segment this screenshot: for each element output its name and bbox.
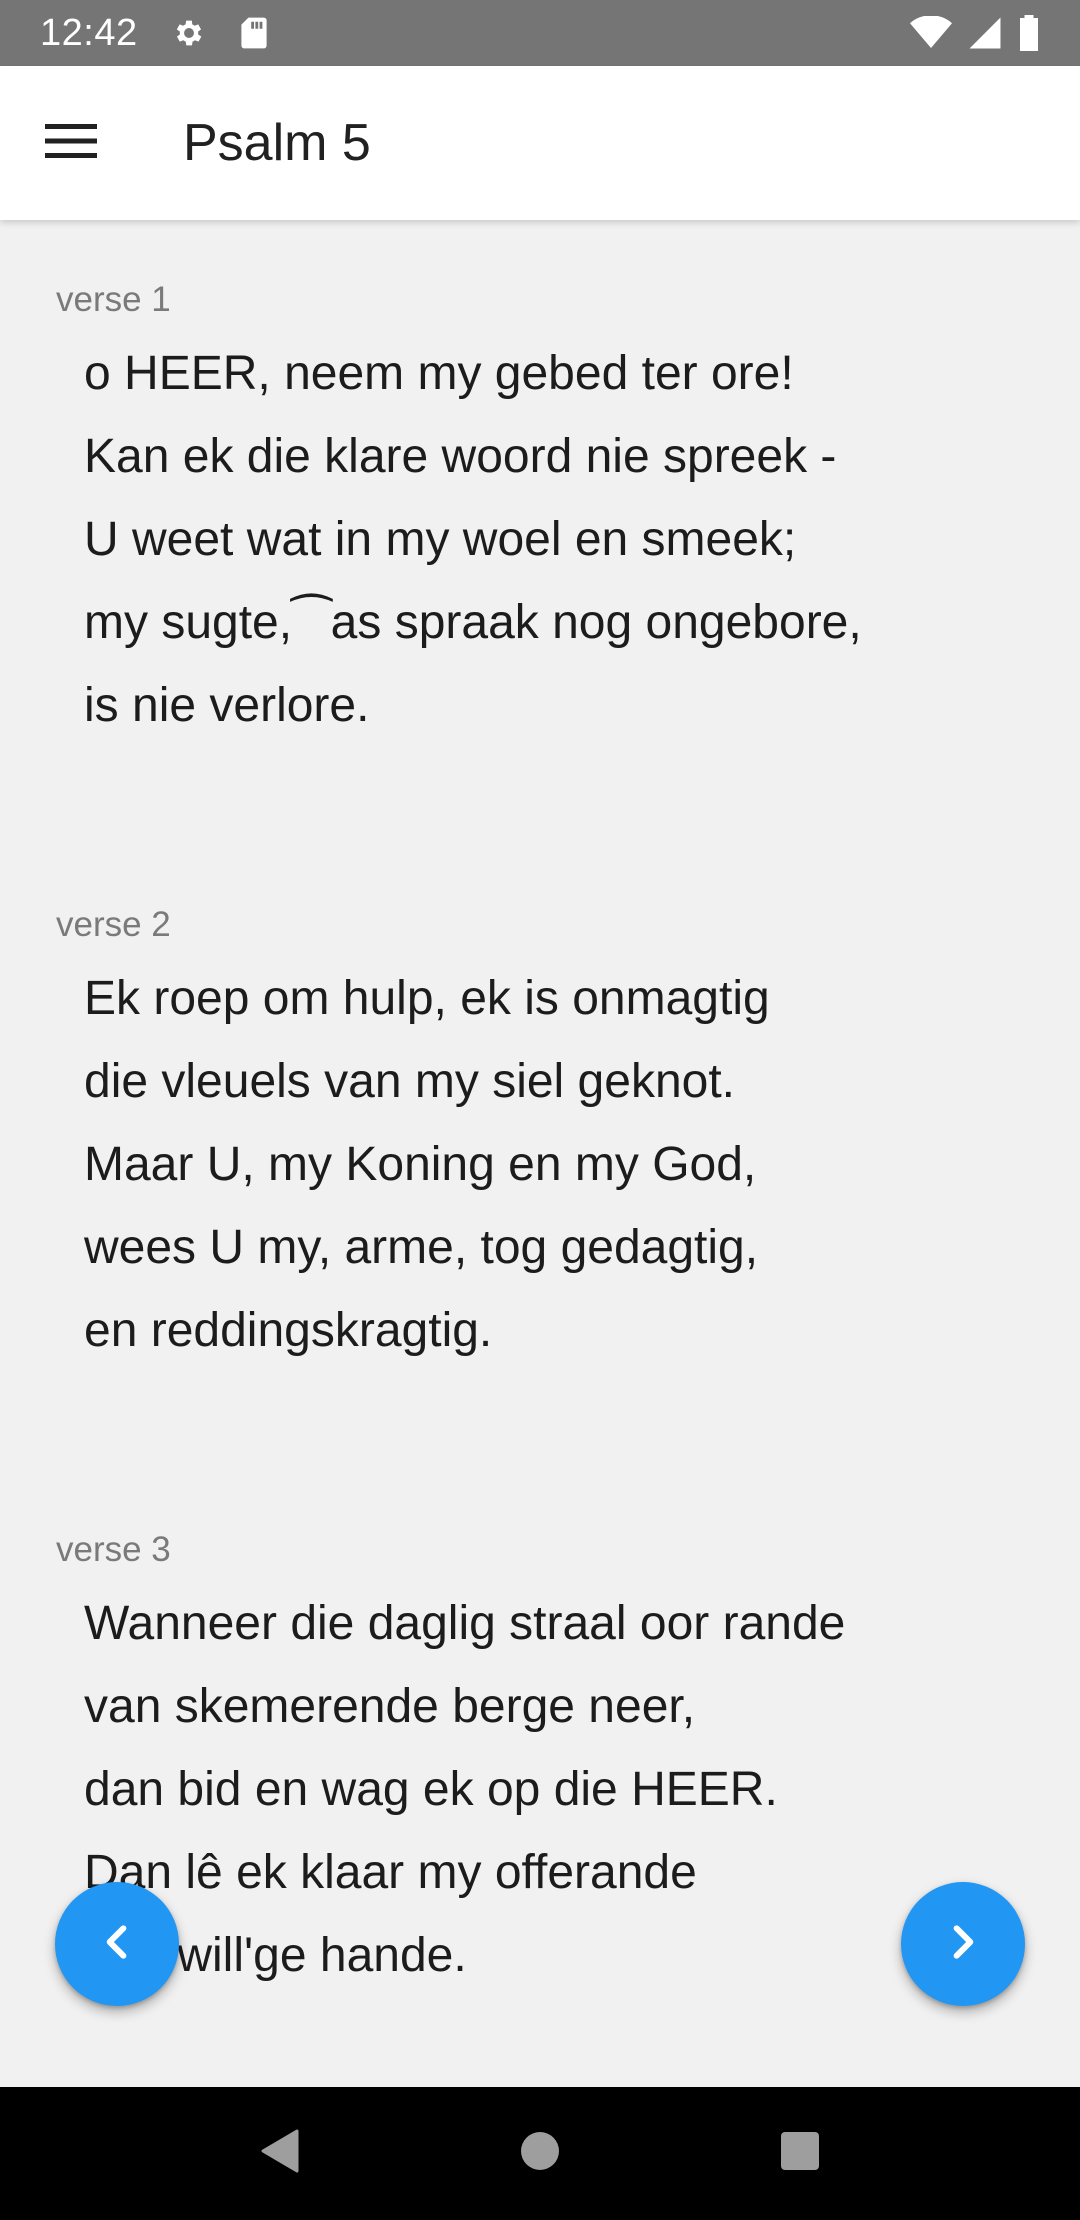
chevron-right-icon (941, 1920, 985, 1969)
verse-label: verse 1 (56, 280, 171, 319)
verse-label: verse 3 (56, 1530, 171, 1569)
verse-line: Ek roep om hulp, ek is onmagtig (84, 972, 770, 1025)
verse-line: U weet wat in my woel en smeek; (84, 513, 797, 566)
verse-line: my sugte,⁀as spraak nog ongebore, (84, 596, 862, 649)
verse-line: Wanneer die daglig straal oor rande (84, 1597, 846, 1650)
verse-lines: Ek roep om hulp, ek is onmagtig die vleu… (84, 957, 1044, 1372)
page-title: Psalm 5 (183, 114, 371, 172)
sd-card-icon (240, 16, 268, 50)
verse-line: met will'ge hande. (84, 1929, 467, 1982)
status-right (910, 15, 1040, 51)
verse-lines: Wanneer die daglig straal oor rande van … (84, 1582, 1044, 1997)
nav-back-button[interactable] (230, 2104, 330, 2204)
verse-line: die vleuels van my siel geknot. (84, 1055, 735, 1108)
nav-recents-button[interactable] (750, 2104, 850, 2204)
verse-line: dan bid en wag ek op die HEER. (84, 1763, 778, 1816)
chevron-left-icon (95, 1920, 139, 1969)
status-left: 12:42 (40, 12, 268, 55)
verse-lines: o HEER, neem my gebed ter ore! Kan ek di… (84, 332, 1044, 747)
status-time: 12:42 (40, 11, 138, 54)
verse-line: Dan lê ek klaar my offerande (84, 1846, 697, 1899)
status-bar: 12:42 (0, 0, 1080, 66)
verse-line: en reddingskragtig. (84, 1304, 493, 1357)
previous-psalm-button[interactable] (55, 1882, 179, 2006)
recents-square-icon (779, 2130, 821, 2177)
home-circle-icon (519, 2130, 561, 2177)
wifi-icon (910, 16, 952, 50)
app-bar: Psalm 5 (0, 66, 1080, 220)
screen: 12:42 Psalm 5 verse 1 o HEER, neem my ge… (0, 0, 1080, 2220)
verse-line: Maar U, my Koning en my God, (84, 1138, 757, 1191)
back-triangle-icon (259, 2128, 301, 2179)
psalm-content[interactable]: verse 1 o HEER, neem my gebed ter ore! K… (0, 220, 1080, 2087)
cell-signal-icon (968, 16, 1002, 50)
battery-icon (1018, 15, 1040, 51)
verse-line: wees U my, arme, tog gedagtig, (84, 1221, 759, 1274)
system-nav-bar (0, 2087, 1080, 2220)
verse-line: van skemerende berge neer, (84, 1680, 696, 1733)
menu-button[interactable] (15, 87, 127, 199)
hamburger-menu-icon (45, 123, 97, 164)
gear-icon (172, 16, 206, 50)
verse-line: o HEER, neem my gebed ter ore! (84, 347, 794, 400)
nav-home-button[interactable] (490, 2104, 590, 2204)
next-psalm-button[interactable] (901, 1882, 1025, 2006)
verse-line: is nie verlore. (84, 679, 370, 732)
verse-label: verse 2 (56, 905, 171, 944)
verse-line: Kan ek die klare woord nie spreek - (84, 430, 837, 483)
